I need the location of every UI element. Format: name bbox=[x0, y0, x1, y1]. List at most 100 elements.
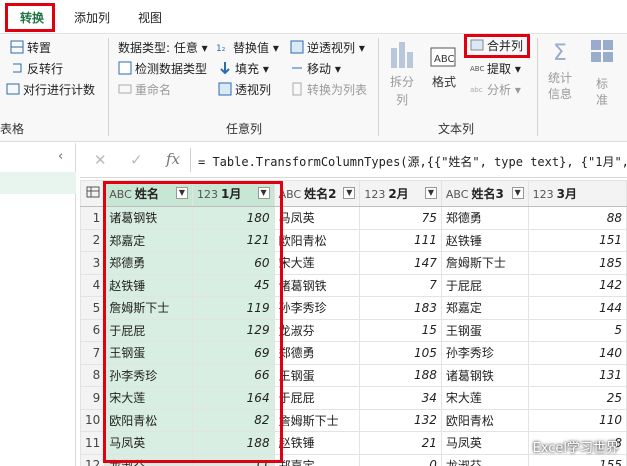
formula-bar: ✕ ✓ fx = Table.TransformColumnTypes(源,{{… bbox=[80, 143, 627, 178]
row-number: 3 bbox=[80, 251, 106, 275]
move-icon bbox=[290, 61, 304, 75]
table-cell-text[interactable]: 欧阳青松 bbox=[440, 408, 529, 432]
table-cell-number[interactable]: 185 bbox=[527, 251, 627, 275]
table-cell-number[interactable]: 21 bbox=[359, 431, 442, 455]
table-cell-number[interactable]: 5 bbox=[527, 318, 627, 342]
table-cell-number[interactable]: 111 bbox=[359, 228, 442, 252]
convert-list-icon bbox=[290, 82, 304, 96]
data-type-dropdown[interactable]: 数据类型: 任意 ▾ bbox=[118, 38, 208, 58]
table-cell-text[interactable]: 马凤英 bbox=[440, 431, 529, 455]
column-header-mar[interactable]: 123 3月 bbox=[527, 180, 627, 207]
table-cell-text[interactable]: 郑德勇 bbox=[440, 206, 529, 230]
table-cell-text[interactable]: 郑德勇 bbox=[273, 341, 361, 365]
row-number: 2 bbox=[80, 228, 106, 252]
split-column-button[interactable]: 拆分列 bbox=[384, 38, 420, 109]
table-cell-number[interactable]: 75 bbox=[359, 206, 442, 230]
transpose-icon bbox=[10, 40, 24, 54]
fill-button[interactable]: 填充 ▾ bbox=[218, 59, 269, 79]
reverse-rows-button[interactable]: 反转行 bbox=[10, 59, 63, 79]
table-cell-number[interactable]: 88 bbox=[527, 206, 627, 230]
table-cell-text[interactable]: 赵铁锤 bbox=[273, 431, 361, 455]
extract-button[interactable]: ABC 提取 ▾ bbox=[470, 59, 521, 79]
table-cell-text[interactable]: 詹姆斯下士 bbox=[273, 408, 361, 432]
tab-add-column[interactable]: 添加列 bbox=[64, 6, 120, 30]
row-number: 8 bbox=[80, 363, 106, 387]
table-cell-number[interactable]: 183 bbox=[359, 296, 442, 320]
ribbon-separator bbox=[537, 38, 538, 136]
replace-icon: 1₂ bbox=[216, 40, 230, 54]
pivot-column-button[interactable]: 透视列 bbox=[218, 80, 271, 100]
table-corner-icon[interactable] bbox=[80, 180, 106, 207]
table-cell-number[interactable]: 188 bbox=[359, 363, 442, 387]
table-cell-text[interactable]: 宋大莲 bbox=[440, 386, 529, 410]
count-rows-button[interactable]: 对行进行计数 bbox=[6, 80, 95, 100]
group-label-text-column: 文本列 bbox=[438, 122, 475, 136]
collapse-pane-icon[interactable]: ‹ bbox=[58, 149, 63, 164]
filter-dropdown-icon[interactable]: ▼ bbox=[343, 187, 356, 199]
cancel-formula-icon[interactable]: ✕ bbox=[94, 151, 107, 169]
column-header-name2[interactable]: ABC 姓名2 ▼ bbox=[273, 180, 361, 207]
table-cell-text[interactable]: 孙李秀珍 bbox=[273, 296, 361, 320]
table-cell-text[interactable]: 孙李秀珍 bbox=[440, 341, 529, 365]
calculator-icon bbox=[584, 38, 620, 76]
convert-to-list-button[interactable]: 转换为列表 bbox=[290, 80, 367, 100]
table-cell-text[interactable]: 马凤英 bbox=[273, 206, 361, 230]
row-number: 11 bbox=[80, 431, 106, 455]
table-cell-text[interactable]: 王钢蛋 bbox=[440, 318, 529, 342]
parse-button[interactable]: abc 分析 ▾ bbox=[470, 80, 521, 100]
table-cell-number[interactable]: 151 bbox=[527, 228, 627, 252]
standard-button[interactable]: 标准 bbox=[584, 38, 620, 108]
table-cell-number[interactable]: 140 bbox=[527, 341, 627, 365]
table-cell-number[interactable]: 144 bbox=[527, 296, 627, 320]
format-icon: ABC bbox=[426, 38, 462, 73]
table-cell-number[interactable]: 132 bbox=[359, 408, 442, 432]
table-cell-number[interactable]: 142 bbox=[527, 273, 627, 297]
fill-down-icon bbox=[218, 61, 232, 75]
table-cell-text[interactable]: 詹姆斯下士 bbox=[440, 251, 529, 275]
filter-dropdown-icon[interactable]: ▼ bbox=[511, 187, 524, 199]
table-cell-number[interactable]: 105 bbox=[359, 341, 442, 365]
formula-divider bbox=[190, 148, 191, 172]
table-cell-text[interactable]: 于屁屁 bbox=[440, 273, 529, 297]
table-cell-number[interactable]: 147 bbox=[359, 251, 442, 275]
table-cell-text[interactable]: 郑嘉定 bbox=[273, 453, 361, 466]
table-cell-text[interactable]: 宋大莲 bbox=[273, 251, 361, 275]
unpivot-columns-button[interactable]: 逆透视列 ▾ bbox=[290, 38, 365, 58]
replace-values-button[interactable]: 1₂ 替换值 ▾ bbox=[216, 38, 279, 58]
column-header-name3[interactable]: ABC 姓名3 ▼ bbox=[440, 180, 529, 207]
table-cell-text[interactable]: 于屁屁 bbox=[273, 386, 361, 410]
table-cell-text[interactable]: 欧阳青松 bbox=[273, 228, 361, 252]
table-cell-text[interactable]: 龙淑芬 bbox=[273, 318, 361, 342]
table-cell-number[interactable]: 131 bbox=[527, 363, 627, 387]
selected-query-row[interactable] bbox=[0, 172, 76, 194]
transpose-button[interactable]: 转置 bbox=[10, 38, 51, 58]
detect-type-button[interactable]: 检测数据类型 bbox=[118, 59, 207, 79]
sigma-icon: Σ bbox=[553, 41, 567, 66]
column-header-feb[interactable]: 123 2月 ▼ bbox=[359, 180, 442, 207]
format-button[interactable]: ABC 格式 bbox=[426, 38, 462, 91]
statistics-button[interactable]: Σ 统计信息 bbox=[542, 38, 578, 102]
fx-icon: fx bbox=[166, 150, 181, 168]
table-cell-number[interactable]: 7 bbox=[359, 273, 442, 297]
filter-dropdown-icon[interactable]: ▼ bbox=[424, 187, 437, 199]
table-cell-text[interactable]: 诸葛钢铁 bbox=[440, 363, 529, 387]
table-cell-text[interactable]: 王钢蛋 bbox=[273, 363, 361, 387]
formula-text[interactable]: = Table.TransformColumnTypes(源,{{"姓名", t… bbox=[198, 153, 627, 170]
row-number: 12 bbox=[80, 453, 106, 466]
svg-text:ABC: ABC bbox=[470, 65, 484, 73]
ribbon: 转置 反转行 对行进行计数 表格 数据类型: 任意 ▾ 1₂ 替换值 ▾ 逆透视列… bbox=[0, 34, 627, 142]
table-cell-text[interactable]: 龙淑芬 bbox=[440, 453, 529, 466]
table-cell-number[interactable]: 34 bbox=[359, 386, 442, 410]
tab-view[interactable]: 视图 bbox=[128, 6, 172, 30]
table-cell-text[interactable]: 诸葛钢铁 bbox=[273, 273, 361, 297]
table-cell-text[interactable]: 郑嘉定 bbox=[440, 296, 529, 320]
merge-columns-button[interactable]: 合并列 bbox=[470, 36, 523, 56]
confirm-formula-icon[interactable]: ✓ bbox=[130, 151, 143, 169]
move-button[interactable]: 移动 ▾ bbox=[290, 59, 341, 79]
table-cell-number[interactable]: 0 bbox=[359, 453, 442, 466]
table-cell-number[interactable]: 110 bbox=[527, 408, 627, 432]
table-cell-number[interactable]: 25 bbox=[527, 386, 627, 410]
rename-button[interactable]: 重命名 bbox=[118, 80, 171, 100]
table-cell-number[interactable]: 15 bbox=[359, 318, 442, 342]
table-cell-text[interactable]: 赵铁锤 bbox=[440, 228, 529, 252]
